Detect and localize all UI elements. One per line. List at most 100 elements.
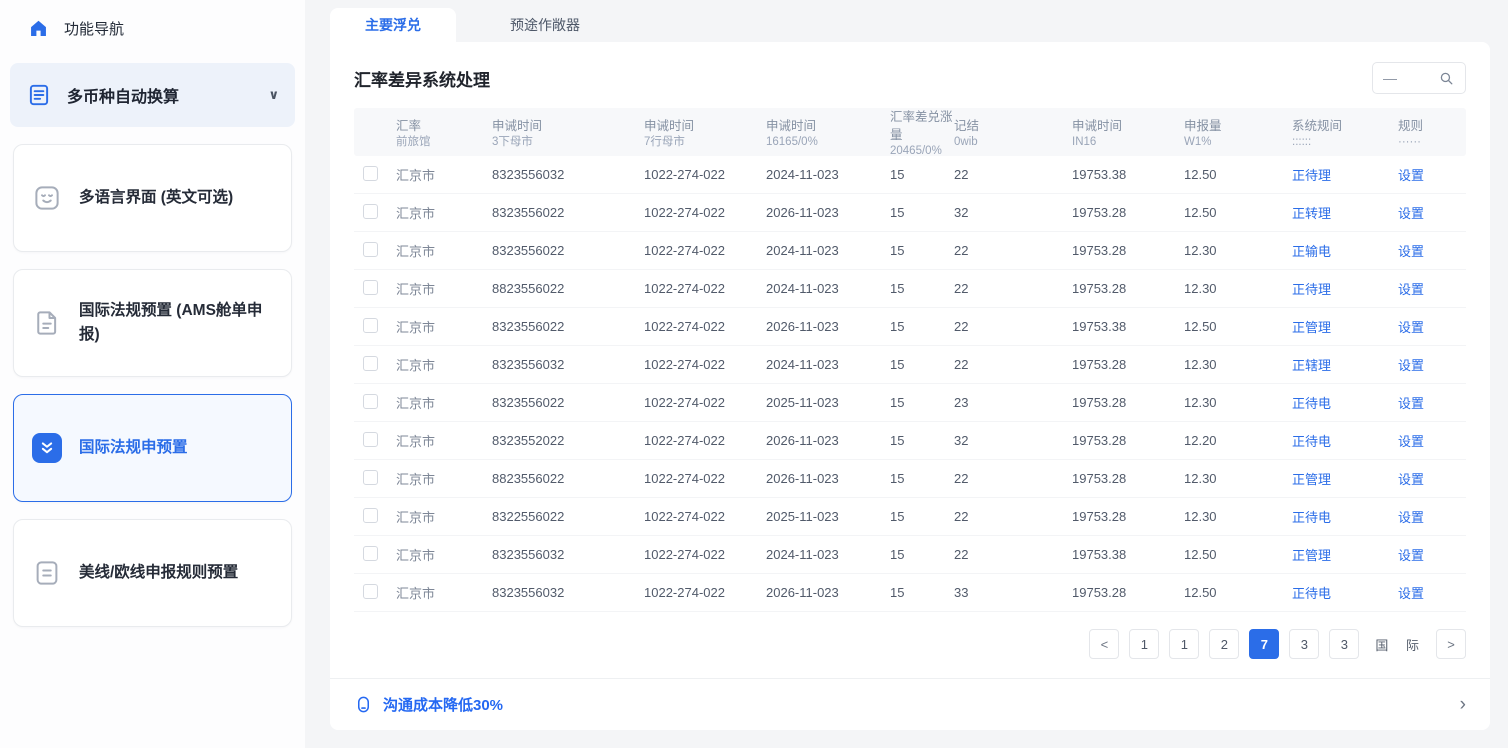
data-table: 汇率前旅馆 申诫时间3下母市 申诫时间7行母市 申诫时间16165/0% 汇率差… <box>330 108 1490 612</box>
cell-city: 汇京市 <box>396 393 492 412</box>
page-button[interactable]: 1 <box>1129 629 1159 659</box>
row-checkbox[interactable] <box>363 394 378 409</box>
column-header: 汇率差兑涨量20465/0% <box>890 108 954 159</box>
sidebar-item-us-eu-rules[interactable]: 美线/欧线申报规则预置 <box>13 519 292 627</box>
row-checkbox[interactable] <box>363 508 378 523</box>
row-checkbox[interactable] <box>363 318 378 333</box>
sidebar-item-intl-rules-preset[interactable]: 国际法规申预置 <box>13 394 292 502</box>
cell-amount: 19753.28 <box>1072 509 1184 524</box>
row-checkbox[interactable] <box>363 204 378 219</box>
cell-code: 1022-274-022 <box>644 395 766 410</box>
cell-rate: 15 <box>890 395 954 410</box>
cell-date: 2026-11-023 <box>766 205 890 220</box>
table-row: 汇京市 8323556022 1022-274-022 2025-11-023 … <box>354 384 1466 422</box>
cell-qty: 12.50 <box>1184 585 1292 600</box>
status-link[interactable]: 正待理 <box>1292 168 1331 183</box>
settings-link[interactable]: 设置 <box>1398 282 1424 297</box>
settings-link[interactable]: 设置 <box>1398 434 1424 449</box>
settings-link[interactable]: 设置 <box>1398 206 1424 221</box>
tab-secondary[interactable]: 预途作敞器 <box>456 8 634 42</box>
table-row: 汇京市 8323556022 1022-274-022 2026-11-023 … <box>354 194 1466 232</box>
row-checkbox[interactable] <box>363 584 378 599</box>
search-icon[interactable] <box>1438 70 1455 87</box>
column-header: 汇率前旅馆 <box>396 117 492 150</box>
cell-qty: 12.30 <box>1184 509 1292 524</box>
status-link[interactable]: 正待电 <box>1292 586 1331 601</box>
settings-link[interactable]: 设置 <box>1398 358 1424 373</box>
cell-date: 2026-11-023 <box>766 471 890 486</box>
sidebar-item-label: 国际法规申预置 <box>79 436 188 460</box>
table-row: 汇京市 8323556032 1022-274-022 2024-11-023 … <box>354 536 1466 574</box>
cell-id: 8323556022 <box>492 205 644 220</box>
status-link[interactable]: 正辖理 <box>1292 358 1331 373</box>
page-button[interactable]: 2 <box>1209 629 1239 659</box>
status-link[interactable]: 正管理 <box>1292 320 1331 335</box>
cell-code: 1022-274-022 <box>644 509 766 524</box>
page-button[interactable]: 7 <box>1249 629 1279 659</box>
status-link[interactable]: 正待电 <box>1292 510 1331 525</box>
status-link[interactable]: 正转理 <box>1292 206 1331 221</box>
settings-link[interactable]: 设置 <box>1398 510 1424 525</box>
cell-city: 汇京市 <box>396 545 492 564</box>
page-title: 汇率差异系统处理 <box>354 66 490 91</box>
table-row: 汇京市 8323556032 1022-274-022 2024-11-023 … <box>354 156 1466 194</box>
table-header: 汇率前旅馆 申诫时间3下母市 申诫时间7行母市 申诫时间16165/0% 汇率差… <box>354 108 1466 156</box>
cell-record: 33 <box>954 585 1072 600</box>
settings-link[interactable]: 设置 <box>1398 396 1424 411</box>
row-checkbox[interactable] <box>363 432 378 447</box>
page-button[interactable]: > <box>1436 629 1466 659</box>
table-row: 汇京市 8823556022 1022-274-022 2024-11-023 … <box>354 270 1466 308</box>
cell-code: 1022-274-022 <box>644 205 766 220</box>
settings-link[interactable]: 设置 <box>1398 586 1424 601</box>
cell-amount: 19753.38 <box>1072 167 1184 182</box>
sidebar-group-currency[interactable]: 多币种自动换算 ∨ <box>10 63 295 127</box>
cell-record: 22 <box>954 167 1072 182</box>
page-button[interactable]: 3 <box>1329 629 1359 659</box>
cell-record: 22 <box>954 281 1072 296</box>
row-checkbox[interactable] <box>363 546 378 561</box>
cell-rate: 15 <box>890 243 954 258</box>
cell-record: 32 <box>954 205 1072 220</box>
cell-city: 汇京市 <box>396 431 492 450</box>
page-button[interactable]: 1 <box>1169 629 1199 659</box>
sidebar-home-label: 功能导航 <box>64 18 124 39</box>
sidebar-item-multilanguage[interactable]: 多语言界面 (英文可选) <box>13 144 292 252</box>
settings-link[interactable]: 设置 <box>1398 548 1424 563</box>
cell-code: 1022-274-022 <box>644 281 766 296</box>
row-checkbox[interactable] <box>363 280 378 295</box>
settings-link[interactable]: 设置 <box>1398 244 1424 259</box>
status-link[interactable]: 正输电 <box>1292 244 1331 259</box>
page-button[interactable]: 3 <box>1289 629 1319 659</box>
cell-id: 8323556032 <box>492 547 644 562</box>
column-header: 申诫时间IN16 <box>1072 117 1184 150</box>
promo-footer[interactable]: 沟通成本降低30% › <box>330 678 1490 730</box>
row-checkbox[interactable] <box>363 242 378 257</box>
status-link[interactable]: 正待理 <box>1292 282 1331 297</box>
sidebar-item-home[interactable]: 功能导航 <box>0 10 305 47</box>
status-link[interactable]: 正管理 <box>1292 472 1331 487</box>
status-link[interactable]: 正管理 <box>1292 548 1331 563</box>
settings-link[interactable]: 设置 <box>1398 320 1424 335</box>
row-checkbox[interactable] <box>363 470 378 485</box>
cell-date: 2026-11-023 <box>766 433 890 448</box>
row-checkbox[interactable] <box>363 166 378 181</box>
row-checkbox[interactable] <box>363 356 378 371</box>
cell-id: 8323556032 <box>492 585 644 600</box>
page-button[interactable]: < <box>1089 629 1119 659</box>
tab-primary[interactable]: 主要浮兑 <box>330 8 456 42</box>
settings-link[interactable]: 设置 <box>1398 472 1424 487</box>
settings-link[interactable]: 设置 <box>1398 168 1424 183</box>
chevron-right-icon[interactable]: › <box>1460 694 1466 716</box>
cell-rate: 15 <box>890 433 954 448</box>
search-input[interactable]: — <box>1372 62 1466 94</box>
sidebar-item-ams-rules[interactable]: 国际法规预置 (AMS舱单申报) <box>13 269 292 377</box>
status-link[interactable]: 正待电 <box>1292 434 1331 449</box>
column-header: 系统规间:::::: <box>1292 117 1398 150</box>
status-link[interactable]: 正待电 <box>1292 396 1331 411</box>
chevron-down-icon[interactable]: ∨ <box>268 87 279 103</box>
promo-label: 沟通成本降低30% <box>383 694 503 715</box>
sidebar-item-label: 多语言界面 (英文可选) <box>79 186 233 210</box>
page-button[interactable]: 国 际 <box>1369 629 1426 659</box>
cell-city: 汇京市 <box>396 507 492 526</box>
cell-date: 2024-11-023 <box>766 167 890 182</box>
